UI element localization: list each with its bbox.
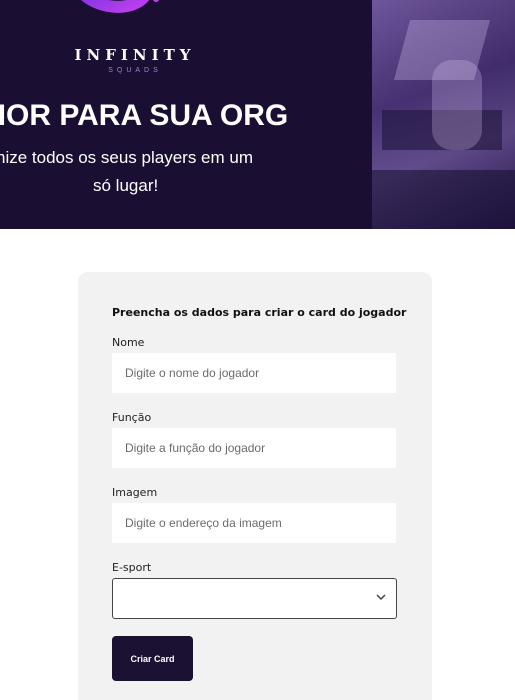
- esport-select[interactable]: [112, 578, 397, 619]
- chevron-down-icon: [376, 594, 386, 601]
- criar-card-button[interactable]: Criar Card: [112, 636, 193, 681]
- logo-title: INFINITY: [74, 46, 196, 64]
- nome-input[interactable]: [112, 353, 396, 393]
- infinity-logo-icon: [81, 0, 159, 13]
- hero-headline: LHOR PARA SUA ORG: [0, 99, 289, 132]
- esport-label: E-sport: [112, 561, 152, 574]
- nome-label: Nome: [112, 336, 145, 349]
- player-card-form: Preencha os dados para criar o card do j…: [78, 272, 432, 700]
- hero-gamer-photo: [372, 0, 515, 229]
- imagem-label: Imagem: [112, 486, 158, 499]
- form-heading: Preencha os dados para criar o card do j…: [112, 306, 407, 319]
- imagem-input[interactable]: [112, 503, 396, 543]
- funcao-input[interactable]: [112, 428, 396, 468]
- logo-subtitle: SQUADS: [108, 67, 162, 74]
- hero-tagline-line2: só lugar!: [93, 176, 159, 195]
- funcao-label: Função: [112, 411, 152, 424]
- hero-tagline-line1: nize todos os seus players em um: [0, 148, 254, 167]
- hero-banner: INFINITY SQUADS LHOR PARA SUA ORG nize t…: [0, 0, 515, 229]
